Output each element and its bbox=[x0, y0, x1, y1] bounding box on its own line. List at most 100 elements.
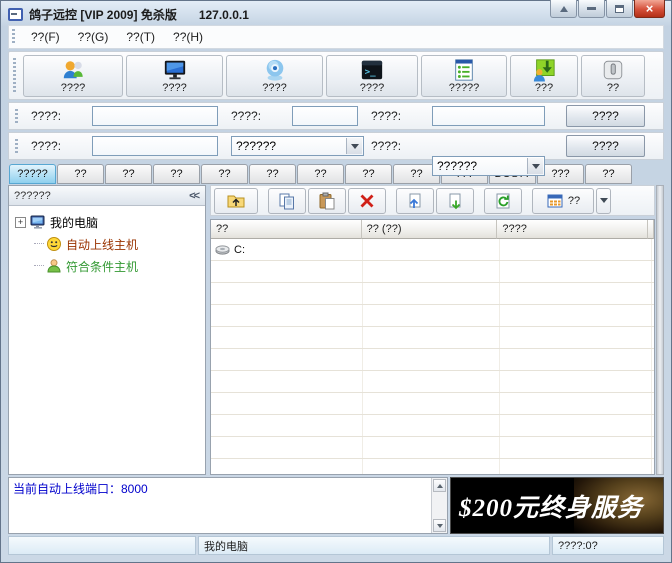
close-button[interactable]: × bbox=[634, 0, 665, 18]
auto-download-button[interactable]: ??? bbox=[510, 55, 578, 97]
settings-input-3[interactable] bbox=[432, 106, 545, 126]
task-list-button-label: ????? bbox=[449, 82, 480, 94]
menu-item-file[interactable]: ??(F) bbox=[22, 27, 69, 47]
file-browser-panel: ?? ?? ?? (??) ???? C: bbox=[210, 185, 655, 475]
main-toolbar: ???? ???? ???? >_ ???? ????? ??? ?? bbox=[8, 51, 664, 100]
title-bar: 鸽子远控 [VIP 2009] 免杀版 127.0.0.1 × bbox=[8, 1, 664, 25]
task-list-icon bbox=[452, 58, 476, 82]
download-icon bbox=[446, 192, 464, 210]
rollup-button[interactable] bbox=[550, 0, 577, 18]
scroll-down-button[interactable] bbox=[433, 519, 446, 532]
combo-dropdown-button[interactable] bbox=[527, 158, 543, 174]
tree-item-auto-online[interactable]: 自动上线主机 bbox=[11, 233, 203, 255]
terminal-button[interactable]: >_ ???? bbox=[326, 55, 418, 97]
empty-row bbox=[211, 459, 654, 475]
refresh-icon bbox=[494, 192, 512, 210]
settings-row-2: ????: ?????? ????: ?????? ???? bbox=[8, 132, 664, 160]
settings-label-5: ????: bbox=[371, 139, 401, 153]
disk-icon bbox=[215, 242, 230, 257]
column-header-name[interactable]: ?? bbox=[211, 220, 362, 239]
task-list-button[interactable]: ????? bbox=[421, 55, 507, 97]
view-mode-button[interactable]: ?? bbox=[532, 188, 594, 214]
delete-button[interactable] bbox=[348, 188, 386, 214]
tab-3[interactable]: ?? bbox=[153, 164, 200, 184]
toolbar-grip bbox=[13, 58, 16, 94]
svg-text:>_: >_ bbox=[365, 66, 377, 77]
tree-item-label: 自动上线主机 bbox=[66, 236, 138, 253]
column-header-size[interactable]: ?? (??) bbox=[362, 220, 498, 239]
settings-input-1[interactable] bbox=[92, 106, 218, 126]
person-icon bbox=[46, 258, 62, 274]
paste-button[interactable] bbox=[308, 188, 346, 214]
status-panel-center: 我的电脑 bbox=[198, 536, 550, 555]
terminal-button-label: ???? bbox=[360, 82, 384, 94]
ad-banner[interactable]: $200元终身服务 bbox=[450, 477, 664, 534]
bottom-area: 当前自动上线端口：8000 $200元终身服务 bbox=[8, 477, 664, 534]
settings-combo-2-value: ?????? bbox=[437, 159, 477, 173]
expand-icon[interactable]: + bbox=[15, 217, 26, 228]
tree-item-label: 符合条件主机 bbox=[66, 258, 138, 275]
chevron-down-icon bbox=[351, 144, 359, 149]
minimize-button[interactable] bbox=[578, 0, 605, 18]
triangle-down-icon bbox=[437, 524, 443, 528]
settings-label-2: ????: bbox=[231, 109, 261, 123]
chevron-down-icon bbox=[600, 198, 608, 203]
folder-up-button[interactable] bbox=[214, 188, 258, 214]
restore-button[interactable] bbox=[606, 0, 633, 18]
app-window: 鸽子远控 [VIP 2009] 免杀版 127.0.0.1 × ??(F) ??… bbox=[0, 0, 672, 563]
menu-item-help[interactable]: ??(H) bbox=[164, 27, 212, 47]
tree-item-matching-hosts[interactable]: 符合条件主机 bbox=[11, 255, 203, 277]
settings-apply-button-1[interactable]: ???? bbox=[566, 105, 645, 127]
menu-item-settings[interactable]: ??(T) bbox=[117, 27, 164, 47]
collapse-panel-button[interactable]: << bbox=[189, 190, 200, 202]
upload-button[interactable] bbox=[396, 188, 434, 214]
status-panel-left bbox=[8, 536, 196, 555]
app-icon bbox=[8, 8, 23, 21]
minimize-icon bbox=[587, 7, 596, 10]
tab-12[interactable]: ?? bbox=[585, 164, 632, 184]
file-list-headers: ?? ?? (??) ???? bbox=[211, 220, 654, 239]
settings-combo-1[interactable]: ?????? bbox=[231, 136, 364, 156]
hosts-button[interactable]: ???? bbox=[23, 55, 123, 97]
tab-4[interactable]: ?? bbox=[201, 164, 248, 184]
hosts-button-label: ???? bbox=[61, 82, 85, 94]
remote-desktop-button[interactable]: ???? bbox=[126, 55, 223, 97]
menu-item-tools[interactable]: ??(G) bbox=[69, 27, 118, 47]
download-button[interactable] bbox=[436, 188, 474, 214]
switch-button-label: ?? bbox=[607, 82, 619, 94]
empty-row bbox=[211, 305, 654, 327]
ad-banner-text: $200元终身服务 bbox=[459, 488, 643, 524]
webcam-icon bbox=[263, 58, 287, 82]
tab-1[interactable]: ?? bbox=[57, 164, 104, 184]
view-mode-label: ?? bbox=[568, 195, 580, 207]
log-scrollbar[interactable] bbox=[431, 478, 447, 533]
host-tree-panel: ?????? << + 我的电脑 自动上线主机 符合条件主机 bbox=[8, 185, 206, 475]
empty-row bbox=[211, 371, 654, 393]
tree-item-label: 我的电脑 bbox=[50, 214, 98, 231]
settings-input-2[interactable] bbox=[292, 106, 358, 126]
settings-combo-2[interactable]: ?????? bbox=[432, 156, 545, 176]
column-header-type[interactable]: ???? bbox=[497, 220, 648, 239]
settings-apply-button-2[interactable]: ???? bbox=[566, 135, 645, 157]
scroll-up-button[interactable] bbox=[433, 479, 446, 492]
view-mode-dropdown-button[interactable] bbox=[596, 188, 611, 214]
settings-row-1: ????: ????: ????: ???? bbox=[8, 102, 664, 130]
folder-up-icon bbox=[227, 192, 245, 210]
copy-button[interactable] bbox=[268, 188, 306, 214]
file-row-c-drive[interactable]: C: bbox=[211, 239, 654, 261]
tree-item-my-computer[interactable]: + 我的电脑 bbox=[11, 211, 203, 233]
tab-0[interactable]: ????? bbox=[9, 164, 56, 184]
refresh-button[interactable] bbox=[484, 188, 522, 214]
settings-input-4[interactable] bbox=[92, 136, 218, 156]
webcam-button[interactable]: ???? bbox=[226, 55, 323, 97]
tab-5[interactable]: ?? bbox=[249, 164, 296, 184]
combo-dropdown-button[interactable] bbox=[346, 138, 362, 154]
tab-7[interactable]: ?? bbox=[345, 164, 392, 184]
tab-2[interactable]: ?? bbox=[105, 164, 152, 184]
chevron-down-icon bbox=[532, 164, 540, 169]
function-tabs: ????? ?? ?? ?? ?? ?? ?? ?? ?? ??? DOS?? … bbox=[9, 164, 664, 184]
switch-button[interactable]: ?? bbox=[581, 55, 645, 97]
tab-6[interactable]: ?? bbox=[297, 164, 344, 184]
log-panel: 当前自动上线端口：8000 bbox=[8, 477, 448, 534]
menu-grip bbox=[12, 29, 15, 45]
